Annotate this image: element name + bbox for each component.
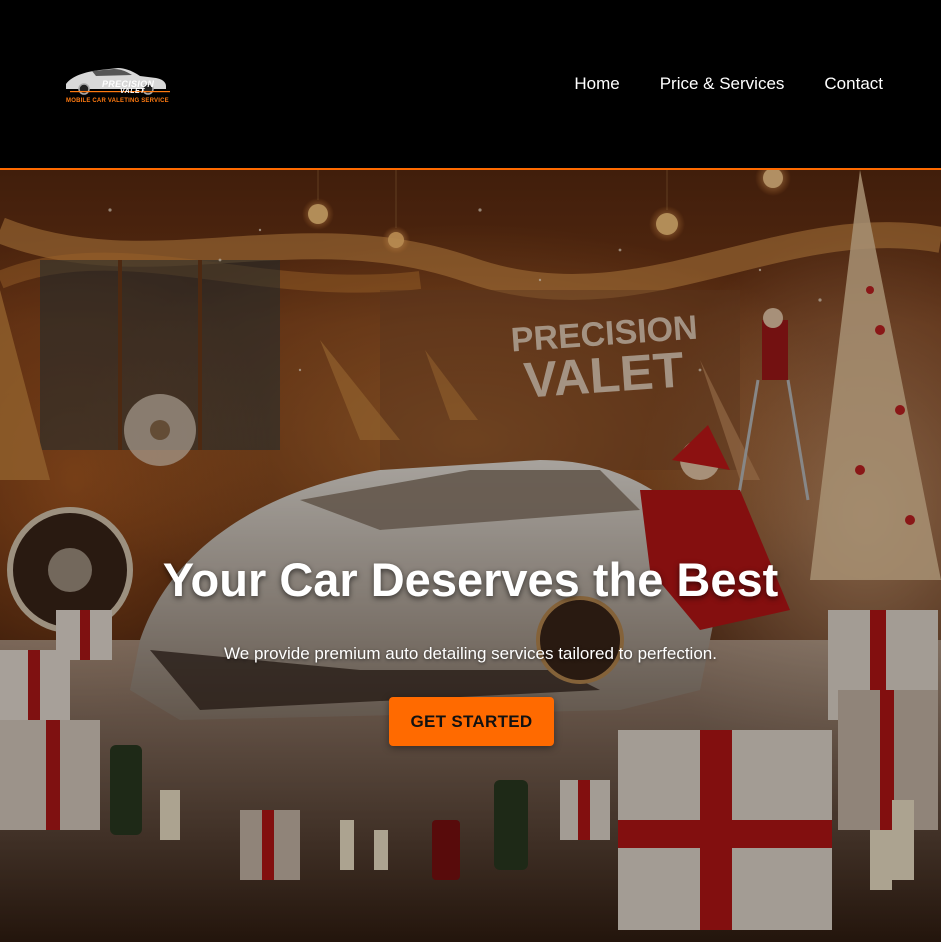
- get-started-button[interactable]: GET STARTED: [389, 697, 554, 746]
- nav-contact[interactable]: Contact: [824, 74, 883, 94]
- hero-section: PRECISION VALET Your Car Deserves the Be…: [0, 170, 941, 942]
- hero-subtitle: We provide premium auto detailing servic…: [224, 644, 717, 663]
- hero-title: Your Car Deserves the Best: [162, 553, 779, 606]
- logo-wordmark-valet: VALET: [120, 88, 145, 95]
- main-nav: Home Price & Services Contact: [574, 74, 883, 94]
- page: PRECISION VALET MOBILE CAR VALETING SERV…: [0, 0, 941, 942]
- logo-tagline: MOBILE CAR VALETING SERVICE: [66, 98, 169, 104]
- nav-home[interactable]: Home: [574, 74, 619, 94]
- site-header: PRECISION VALET MOBILE CAR VALETING SERV…: [0, 0, 941, 170]
- nav-price-services[interactable]: Price & Services: [660, 74, 785, 94]
- logo[interactable]: PRECISION VALET MOBILE CAR VALETING SERV…: [62, 60, 174, 110]
